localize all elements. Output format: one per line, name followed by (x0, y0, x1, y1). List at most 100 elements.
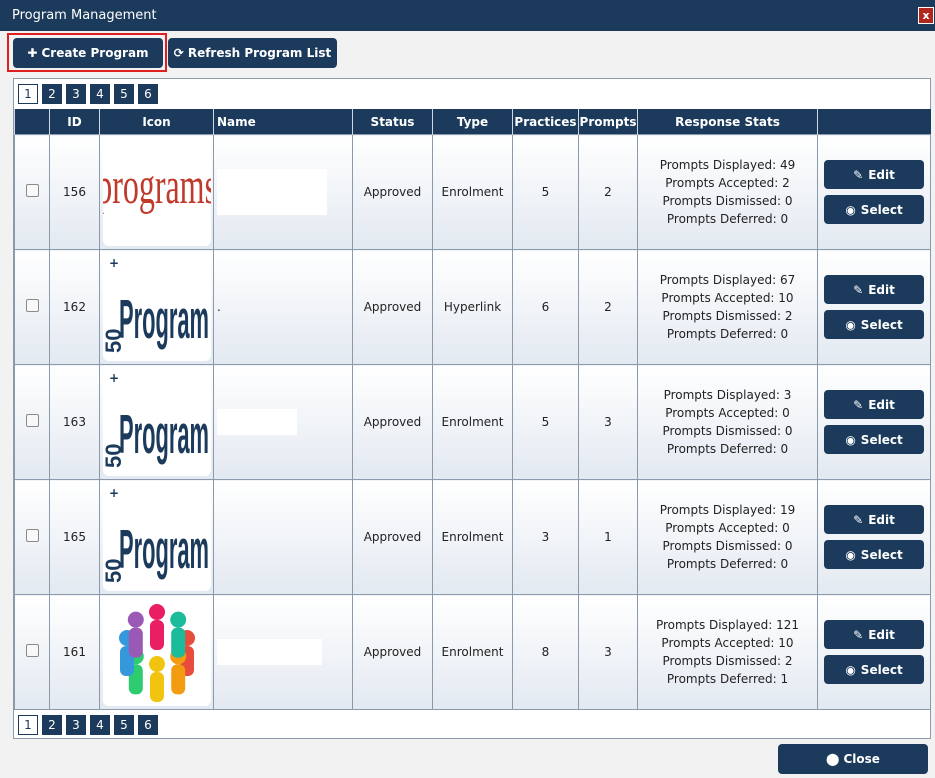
row-prompts: 2 (578, 134, 638, 250)
row-checkbox[interactable] (25, 644, 39, 657)
row-status: Approved (352, 134, 433, 250)
edit-button[interactable]: ✎ Edit (824, 505, 924, 534)
select-button[interactable]: ◉ Select (824, 310, 924, 339)
row-name (213, 479, 353, 595)
edit-button-label: Edit (868, 282, 895, 297)
row-response-stats: Prompts Displayed: 19 Prompts Accepted: 0… (637, 479, 818, 595)
edit-button[interactable]: ✎ Edit (824, 390, 924, 419)
select-button-label: Select (860, 547, 903, 562)
row-checkbox-cell (14, 594, 50, 710)
row-id: 163 (49, 364, 100, 480)
stat-line: Prompts Displayed: 67 (659, 273, 796, 287)
stat-line: Prompts Accepted: 10 (661, 636, 794, 650)
page-button-3[interactable]: 3 (66, 715, 86, 735)
table-header-row: ID Icon Name Status Type Practices Prompts Resp… (14, 109, 931, 135)
row-icon-cell: programs (99, 134, 214, 250)
page-button-2[interactable]: 2 (42, 84, 62, 104)
stat-line: Prompts Dismissed: 2 (662, 654, 793, 668)
page-button-4[interactable]: 4 (90, 84, 110, 104)
row-type: Enrolment (432, 364, 513, 480)
page-button-4[interactable]: 4 (90, 715, 110, 735)
row-actions: ✎ Edit ◉ Select (817, 249, 931, 365)
edit-button[interactable]: ✎ Edit (824, 160, 924, 189)
column-header-response-stats: Response Stats (637, 109, 818, 135)
row-id: 161 (49, 594, 100, 710)
select-button[interactable]: ◉ Select (824, 425, 924, 454)
window-title: Program Management (12, 8, 157, 23)
svg-text:+: + (109, 371, 119, 385)
select-button-label: Select (860, 662, 903, 677)
circle-icon: ⬤ (826, 752, 840, 766)
row-practices: 8 (512, 594, 579, 710)
stat-line: Prompts Dismissed: 2 (662, 309, 793, 323)
row-name: . (213, 249, 353, 365)
name-redacted-block (217, 639, 322, 665)
svg-text:Program: Program (119, 289, 209, 350)
row-prompts: 3 (578, 594, 638, 710)
page-button-2[interactable]: 2 (42, 715, 62, 735)
edit-icon: ✎ (853, 397, 864, 412)
page-button-1[interactable]: 1 (18, 715, 38, 735)
row-checkbox-cell (14, 364, 50, 480)
select-button[interactable]: ◉ Select (824, 195, 924, 224)
name-redacted-block (217, 409, 297, 435)
table-row: 165 +50 Program Approved Enrolment 3 1 Prompts … (14, 479, 931, 595)
close-button[interactable]: ⬤ Close (778, 744, 928, 774)
edit-button-label: Edit (868, 627, 895, 642)
create-program-button[interactable]: ✚ Create Program (13, 38, 163, 68)
50-plus-program-icon: +50 Program (102, 483, 211, 591)
select-button[interactable]: ◉ Select (824, 655, 924, 684)
svg-text:Program: Program (119, 404, 209, 465)
row-checkbox-cell (14, 249, 50, 365)
50-plus-program-icon: +50 Program (102, 368, 211, 476)
page-button-5[interactable]: 5 (114, 84, 134, 104)
plus-icon: ✚ (27, 46, 38, 60)
row-checkbox[interactable] (25, 529, 39, 542)
select-button[interactable]: ◉ Select (824, 540, 924, 569)
table-row: 163 +50 Program Approved Enrolment 5 3 Prompts … (14, 364, 931, 480)
row-checkbox[interactable] (25, 414, 39, 427)
stat-line: Prompts Deferred: 0 (666, 557, 789, 571)
row-status: Approved (352, 479, 433, 595)
page-button-6[interactable]: 6 (138, 84, 158, 104)
row-practices: 3 (512, 479, 579, 595)
row-type: Enrolment (432, 479, 513, 595)
table-row: 162 +50 Program. Approved Hyperlink 6 2 Prompts… (14, 249, 931, 365)
stat-line: Prompts Accepted: 0 (665, 521, 790, 535)
edit-button[interactable]: ✎ Edit (824, 275, 924, 304)
row-status: Approved (352, 594, 433, 710)
select-icon: ◉ (845, 547, 856, 562)
select-button-label: Select (860, 317, 903, 332)
stat-line: Prompts Accepted: 2 (665, 176, 790, 190)
row-checkbox[interactable] (25, 299, 39, 312)
row-checkbox[interactable] (25, 184, 39, 197)
row-id: 156 (49, 134, 100, 250)
row-practices: 5 (512, 134, 579, 250)
table-row: 161 Approved Enrolment 8 3 Prompts Displayed:… (14, 594, 931, 710)
select-icon: ◉ (845, 432, 856, 447)
refresh-icon: ⟳ (173, 46, 184, 60)
row-actions: ✎ Edit ◉ Select (817, 594, 931, 710)
select-button-label: Select (860, 202, 903, 217)
stat-line: Prompts Accepted: 10 (661, 291, 794, 305)
stat-line: Prompts Deferred: 1 (666, 672, 789, 686)
edit-button[interactable]: ✎ Edit (824, 620, 924, 649)
select-button-label: Select (860, 432, 903, 447)
select-icon: ◉ (845, 202, 856, 217)
row-name (213, 594, 353, 710)
edit-icon: ✎ (853, 167, 864, 182)
page-button-6[interactable]: 6 (138, 715, 158, 735)
page-button-5[interactable]: 5 (114, 715, 134, 735)
stat-line: Prompts Deferred: 0 (666, 327, 789, 341)
page-button-1[interactable]: 1 (18, 84, 38, 104)
row-prompts: 2 (578, 249, 638, 365)
refresh-program-list-label: Refresh Program List (187, 46, 332, 60)
refresh-program-list-button[interactable]: ⟳ Refresh Program List (168, 38, 337, 68)
row-practices: 6 (512, 249, 579, 365)
close-window-button[interactable]: x (918, 7, 934, 24)
page-button-3[interactable]: 3 (66, 84, 86, 104)
stat-line: Prompts Deferred: 0 (666, 212, 789, 226)
svg-text:Program: Program (119, 519, 209, 580)
row-name-text: . (217, 300, 221, 314)
program-table: ID Icon Name Status Type Practices Prompts Resp… (14, 109, 931, 710)
